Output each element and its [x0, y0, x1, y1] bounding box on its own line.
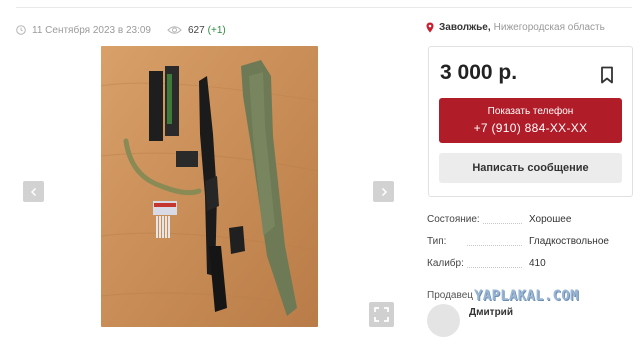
chevron-left-icon [30, 187, 36, 196]
write-message-button[interactable]: Написать сообщение [439, 153, 622, 183]
specs-list: Состояние: Хорошее Тип: Гладкоствольное … [427, 214, 632, 280]
view-count: 627 [187, 24, 205, 36]
photo-gallery [16, 46, 406, 327]
watermark: YAPLAKAL.COM [474, 288, 579, 304]
spec-leader [467, 245, 522, 246]
bookmark-icon[interactable] [600, 66, 614, 84]
listing-date: 11 Сентября 2023 в 23:09 [32, 24, 151, 36]
phone-number: +7 (910) 884-XX-XX [473, 121, 588, 135]
location-region: Нижегородская область [493, 22, 605, 33]
show-phone-button[interactable]: Показать телефон +7 (910) 884-XX-XX [439, 98, 622, 143]
spec-leader [467, 267, 522, 268]
fullscreen-icon [374, 307, 389, 322]
location-pin-icon [426, 22, 434, 33]
seller-name[interactable]: Дмитрий [469, 307, 513, 318]
clock-icon [16, 25, 26, 35]
seller-label: Продавец [427, 290, 473, 301]
spec-key: Состояние: [427, 214, 483, 225]
location-city[interactable]: Заволжье, [439, 22, 491, 33]
spec-row-condition: Состояние: Хорошее [427, 214, 632, 236]
listing-photo[interactable] [101, 46, 318, 327]
spec-key: Тип: [427, 236, 450, 247]
view-delta: (+1) [207, 24, 226, 36]
gallery-next-button[interactable] [373, 181, 394, 202]
shotgun-photo-image [101, 46, 318, 327]
chevron-right-icon [381, 187, 387, 196]
spec-row-type: Тип: Гладкоствольное [427, 236, 632, 258]
gallery-prev-button[interactable] [23, 181, 44, 202]
spec-value: Гладкоствольное [527, 236, 609, 247]
price-card: 3 000 р. Показать телефон +7 (910) 884-X… [428, 46, 633, 197]
top-divider [16, 7, 632, 8]
fullscreen-button[interactable] [369, 302, 394, 327]
spec-row-caliber: Калибр: 410 [427, 258, 632, 280]
price: 3 000 р. [440, 61, 518, 84]
avatar[interactable] [427, 304, 460, 337]
spec-value: 410 [527, 258, 546, 269]
listing-meta: 11 Сентября 2023 в 23:09 627 (+1) [16, 22, 226, 38]
listing-location: Заволжье, Нижегородская область [426, 22, 605, 33]
spec-value: Хорошее [527, 214, 572, 225]
spec-key: Калибр: [427, 258, 467, 269]
eye-icon [167, 26, 182, 34]
show-phone-label: Показать телефон [487, 106, 574, 117]
